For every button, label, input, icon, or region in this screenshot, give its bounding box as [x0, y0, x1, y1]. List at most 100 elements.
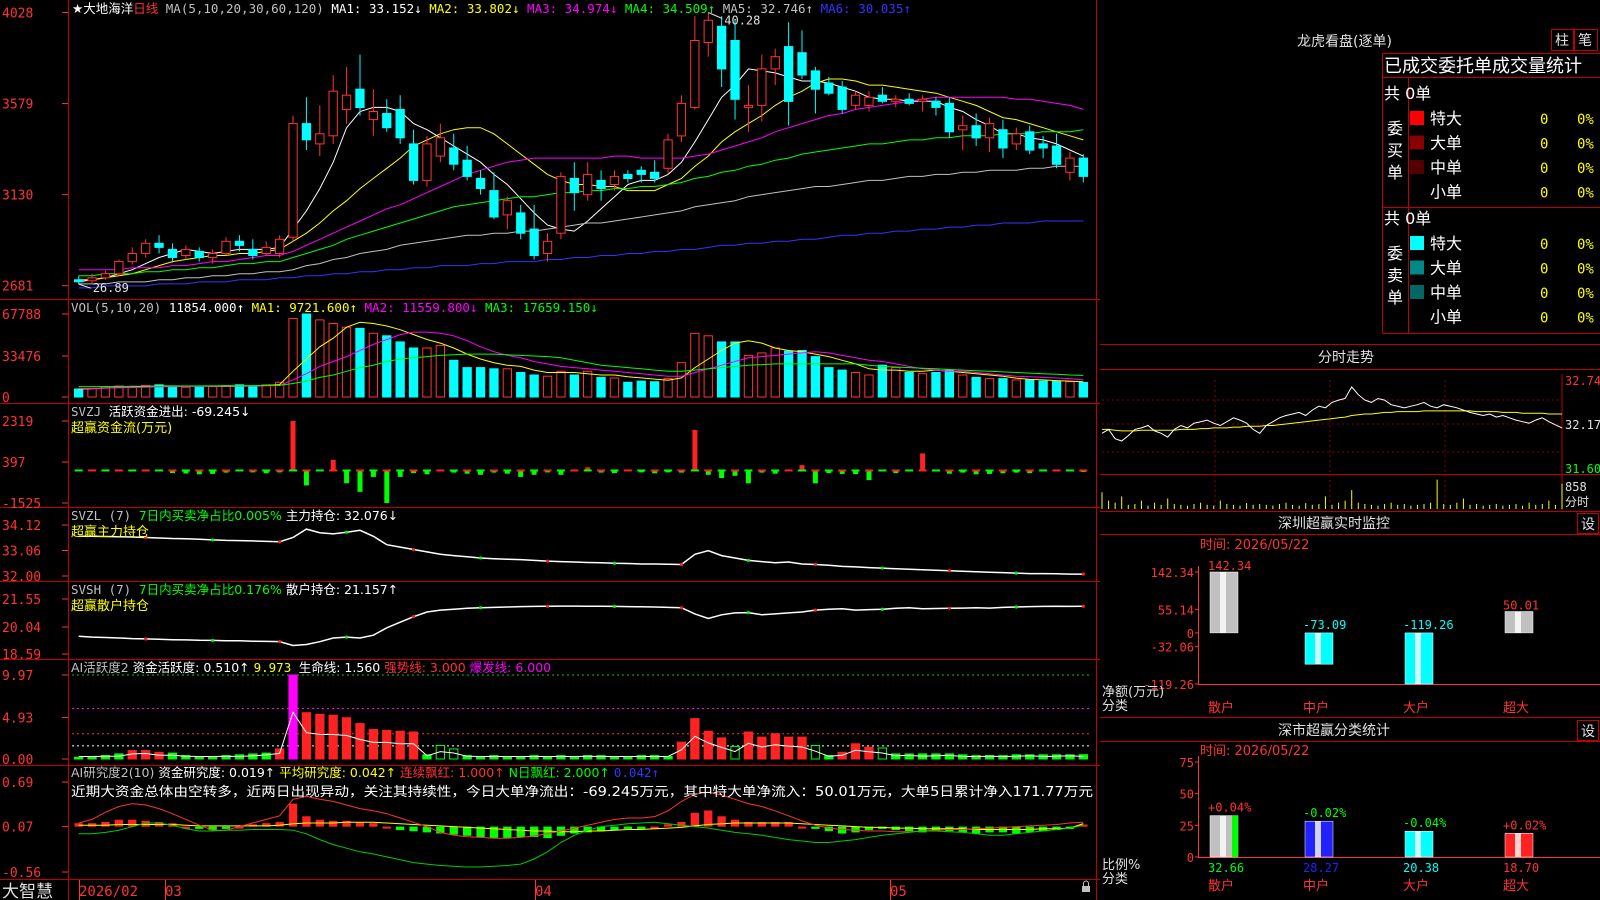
svzl-marker — [679, 562, 684, 567]
fenshi-unit-label: 分时 — [1565, 495, 1589, 509]
flow-bar — [330, 459, 336, 471]
volume-bar — [891, 367, 901, 398]
lock-icon[interactable] — [1082, 880, 1090, 892]
intraday-chart[interactable]: 32.74 32.17 31.60 858分时 — [1100, 374, 1600, 510]
order-row-qty: 0 — [1540, 161, 1548, 177]
candle — [931, 100, 941, 108]
candle — [609, 175, 620, 185]
svzl-marker — [1081, 572, 1085, 576]
svsh-marker — [880, 607, 884, 611]
svsh-marker — [545, 604, 550, 608]
activity-bar — [784, 736, 794, 760]
stats-settings-button[interactable]: 设 — [1577, 720, 1599, 741]
legend-item: MA5: 32.746↑ — [723, 1, 821, 16]
volume-bar — [824, 367, 834, 398]
ai-active-panel[interactable]: 9.97 4.93 0.00 — [2, 669, 1090, 768]
bar-highlight — [1515, 833, 1521, 857]
activity-bar — [74, 756, 84, 760]
ai-research-legend: AI研究度2(10) 资金研究度: 0.019↑ 平均研究度: 0.042↑ 连… — [71, 765, 659, 780]
flow-bar — [866, 470, 872, 481]
stats-bar-chart: 75 50 25 0 +0.04% 32.66 散户 -0.02% 28.27 中户 -0.04% 2… — [1102, 756, 1600, 894]
y-tick-label: 33.06 — [2, 545, 41, 560]
legend-item: MA2: 33.802↓ — [429, 1, 527, 16]
research-bar — [972, 826, 981, 834]
svzl-panel[interactable]: 34.12 33.06 32.00 — [2, 519, 1085, 585]
svsh-marker — [612, 604, 617, 609]
svzl-marker — [478, 556, 483, 560]
y-tick-label: 9.97 — [2, 669, 33, 684]
volume-bar — [395, 341, 405, 398]
bar-highlight — [1315, 821, 1321, 857]
candle — [221, 240, 231, 255]
volume-bar — [87, 387, 97, 398]
svsh-line — [78, 605, 1084, 647]
candle — [1025, 131, 1035, 151]
right-panel[interactable]: 龙虎看盘(逐单) 柱 笔 已成交委托单成交量统计 共 0单委买单特大 0 0%大单 0… — [1100, 0, 1600, 900]
tick-view-button[interactable]: 笔 — [1574, 29, 1598, 51]
svzl-legend: SVZL (7) 7日内买卖净占比0.005% 主力持仓: 32.076↓ — [71, 508, 398, 523]
volume-panel[interactable]: 67788 33476 0 — [2, 308, 1088, 406]
volume-bar — [127, 386, 137, 398]
volume-legend: VOL(5,10,20) 11854.000↑ MA1: 9721.600↑ M… — [71, 300, 598, 315]
volume-bar — [583, 370, 593, 398]
legend-item: 连续飘红: 1.000↑ — [400, 765, 508, 780]
bar-category-label: 大户 — [1403, 700, 1429, 716]
volume-bar — [1065, 381, 1075, 398]
svzl-marker — [612, 561, 617, 565]
candle — [984, 123, 995, 139]
svzl-subtitle: 超赢主力持仓 — [71, 524, 149, 540]
research-bar — [302, 816, 311, 827]
order-side-label: 单 — [1387, 288, 1403, 307]
candle — [944, 102, 955, 133]
candle — [341, 94, 352, 110]
svsh-panel[interactable]: 21.55 20.04 18.59 — [2, 593, 1085, 663]
order-color-swatch — [1410, 236, 1424, 250]
monitor-time: 时间: 2026/05/22 — [1200, 538, 1309, 553]
research-bar — [663, 824, 673, 827]
volume-bar — [998, 378, 1008, 398]
svsh-marker — [679, 606, 684, 610]
svzl-marker — [411, 547, 416, 552]
bar-y-label: 75 — [1180, 756, 1194, 770]
svsh-marker — [1014, 605, 1018, 609]
research-bar — [114, 819, 123, 827]
candle — [355, 88, 365, 108]
monitor-settings-button[interactable]: 设 — [1577, 513, 1599, 534]
flow-bar — [745, 470, 751, 484]
bar-view-button[interactable]: 柱 — [1551, 29, 1574, 51]
legend-item: 资金活跃度: 0.510↑ — [133, 660, 254, 675]
volume-bar — [181, 386, 191, 398]
volume-bar — [609, 377, 620, 398]
order-side-label: 买 — [1387, 141, 1403, 160]
legend-item: 强势线: 3.000 — [384, 660, 469, 675]
candle — [208, 253, 218, 259]
volume-bar — [690, 332, 700, 398]
volume-bar — [864, 374, 874, 398]
kline-chart-area[interactable]: 402835793130268140.2826.89 67788334760 2… — [0, 0, 1100, 900]
volume-bar — [382, 335, 392, 398]
activity-bar — [355, 723, 365, 760]
volume-bar — [74, 388, 84, 398]
order-side-label: 委 — [1387, 244, 1403, 263]
activity-bar — [944, 753, 955, 760]
candle — [275, 238, 285, 255]
order-row-pct: 0% — [1577, 237, 1594, 253]
legend-item: 资金研究度: 0.019↑ — [158, 765, 279, 780]
legend-item: 生命线: 1.560 — [299, 660, 384, 675]
activity-bar — [676, 741, 687, 760]
candle — [154, 242, 164, 248]
order-color-swatch — [1410, 285, 1424, 299]
research-bar — [623, 826, 632, 829]
ai-active-legend: AI活跃度2 资金活跃度: 0.510↑ 9.973 生命线: 1.560 强势… — [71, 660, 551, 675]
ma-line-MA5 — [78, 165, 1084, 285]
order-row-pct: 0% — [1577, 186, 1594, 202]
bar-y-label: 0 — [1187, 851, 1194, 865]
volume-bar — [542, 375, 553, 398]
bar-change-label: -0.02% — [1303, 806, 1347, 820]
y-tick-label: 67788 — [2, 308, 41, 323]
volume-bar — [167, 385, 178, 398]
price-panel[interactable]: 402835793130268140.2826.89 — [2, 6, 1088, 295]
candle — [864, 96, 874, 106]
research-bar — [396, 826, 405, 831]
legend-item: VOL(5,10,20) — [71, 300, 169, 315]
